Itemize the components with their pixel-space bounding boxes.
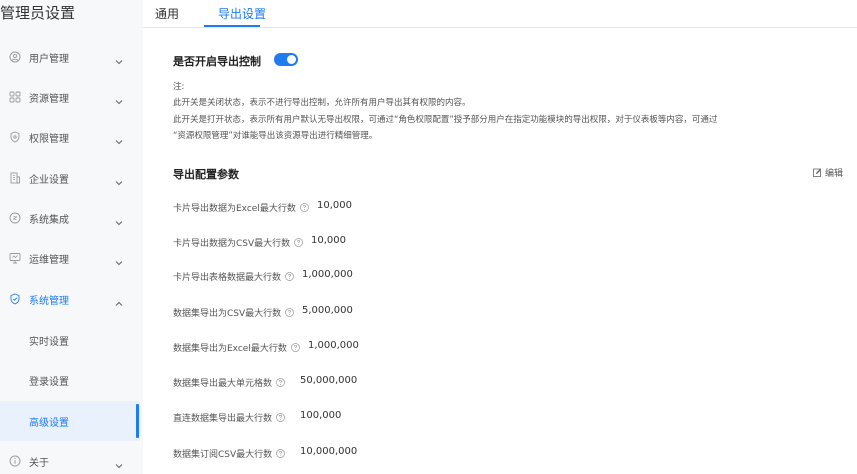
param-value: 1,000,000: [308, 340, 359, 351]
sidebar-item-label: 权限管理: [29, 133, 69, 145]
param-value: 10,000,000: [300, 446, 358, 457]
param-label-text: 数据集订阅CSV最大行数: [173, 450, 273, 460]
edit-icon: [813, 168, 822, 177]
note-line: “资源权限管理”对谁能导出该资源导出进行精细管理。: [173, 131, 378, 141]
param-label: 卡片导出数据为CSV最大行数: [173, 236, 304, 249]
tab-active-underline: [204, 25, 260, 27]
help-icon[interactable]: [276, 449, 286, 458]
sidebar-subitem-label: 高级设置: [29, 417, 69, 429]
sidebar-item-label: 关于: [29, 457, 49, 469]
sidebar-item-label: 资源管理: [29, 93, 69, 105]
monitor-icon: [9, 252, 21, 264]
help-icon[interactable]: [285, 272, 294, 281]
sidebar-item-system[interactable]: 系统管理: [0, 279, 143, 319]
edit-label: 编辑: [825, 169, 844, 179]
param-label: 数据集导出为Excel最大行数: [173, 341, 300, 354]
info-icon: [9, 455, 21, 467]
help-icon[interactable]: [294, 238, 304, 247]
sidebar-item-resources[interactable]: 资源管理: [0, 77, 143, 117]
sidebar-subitem-login[interactable]: 登录设置: [0, 360, 140, 400]
param-label-text: 数据集导出最大单元格数: [173, 379, 273, 389]
params-title: 导出配置参数: [173, 168, 239, 181]
param-value: 1,000,000: [302, 269, 353, 280]
shield-icon: [9, 131, 21, 143]
param-label: 数据集导出最大单元格数: [173, 376, 285, 389]
sidebar-item-label: 企业设置: [29, 174, 69, 186]
sidebar-item-about[interactable]: 关于: [0, 441, 143, 474]
export-control-title: 是否开启导出控制: [173, 55, 261, 68]
export-control-toggle[interactable]: [274, 53, 298, 66]
param-value: 5,000,000: [302, 305, 353, 316]
param-value: 10,000: [317, 200, 352, 211]
help-icon[interactable]: [299, 203, 309, 212]
help-icon[interactable]: [285, 308, 295, 317]
tab-general[interactable]: 通用: [155, 5, 179, 22]
help-icon[interactable]: [276, 413, 285, 422]
sidebar-subitem-label: 实时设置: [29, 336, 69, 348]
sidebar-item-enterprise[interactable]: 企业设置: [0, 158, 143, 198]
sidebar: 管理员设置 用户管理 资源管理 权限管理 企业设置 系统集成 运维管理 系统管理…: [0, 0, 143, 474]
sidebar-item-label: 运维管理: [29, 254, 69, 266]
param-label: 直连数据集导出最大行数: [173, 411, 285, 424]
chevron-down-icon: [114, 92, 124, 105]
param-value: 100,000: [300, 410, 342, 421]
chevron-down-icon: [114, 132, 124, 145]
building-icon: [9, 172, 21, 184]
sidebar-subitem-label: 登录设置: [29, 376, 69, 388]
param-label: 卡片导出表格数据最大行数: [173, 270, 294, 283]
sidebar-subitem-advanced[interactable]: 高级设置: [0, 401, 140, 441]
sidebar-item-users[interactable]: 用户管理: [0, 37, 143, 77]
chevron-up-icon: [114, 294, 124, 306]
integration-icon: [9, 212, 21, 224]
help-icon[interactable]: [290, 343, 300, 352]
param-value: 50,000,000: [300, 375, 358, 386]
note-heading: 注:: [173, 82, 185, 92]
param-label-text: 数据集导出为Excel最大行数: [173, 344, 287, 354]
sidebar-item-permissions[interactable]: 权限管理: [0, 117, 143, 157]
sidebar-subitem-realtime[interactable]: 实时设置: [0, 320, 140, 360]
note-line: 此开关是打开状态，表示所有用户默认无导出权限，可通过“角色权限配置”授予部分用户…: [173, 115, 718, 125]
sidebar-title: 管理员设置: [0, 4, 76, 22]
param-value: 10,000: [311, 235, 346, 246]
active-indicator: [136, 404, 139, 438]
param-label-text: 直连数据集导出最大行数: [173, 414, 273, 424]
chevron-down-icon: [114, 213, 124, 226]
edit-button[interactable]: 编辑: [813, 166, 843, 179]
param-label-text: 卡片导出数据为CSV最大行数: [173, 239, 291, 249]
param-label: 卡片导出数据为Excel最大行数: [173, 201, 309, 214]
tab-export-settings[interactable]: 导出设置: [218, 5, 266, 22]
sidebar-item-integration[interactable]: 系统集成: [0, 198, 143, 238]
sidebar-item-label: 系统集成: [29, 214, 69, 226]
user-icon: [9, 51, 21, 63]
help-icon[interactable]: [276, 378, 285, 387]
chevron-down-icon: [114, 456, 124, 469]
tab-bar: 通用 导出设置: [143, 0, 857, 28]
param-label-text: 卡片导出表格数据最大行数: [173, 273, 282, 283]
param-label-text: 卡片导出数据为Excel最大行数: [173, 204, 296, 214]
grid-icon: [9, 91, 21, 103]
param-label: 数据集导出为CSV最大行数: [173, 306, 295, 319]
chevron-down-icon: [114, 52, 124, 65]
system-icon: [9, 293, 21, 305]
note-line: 此开关是关闭状态，表示不进行导出控制，允许所有用户导出其有权限的内容。: [173, 98, 471, 108]
param-label: 数据集订阅CSV最大行数: [173, 447, 286, 460]
param-label-text: 数据集导出为CSV最大行数: [173, 309, 282, 319]
sidebar-item-label: 用户管理: [29, 53, 69, 65]
chevron-down-icon: [114, 253, 124, 266]
sidebar-item-label: 系统管理: [29, 295, 69, 307]
sidebar-item-ops[interactable]: 运维管理: [0, 238, 143, 278]
chevron-down-icon: [114, 173, 124, 186]
